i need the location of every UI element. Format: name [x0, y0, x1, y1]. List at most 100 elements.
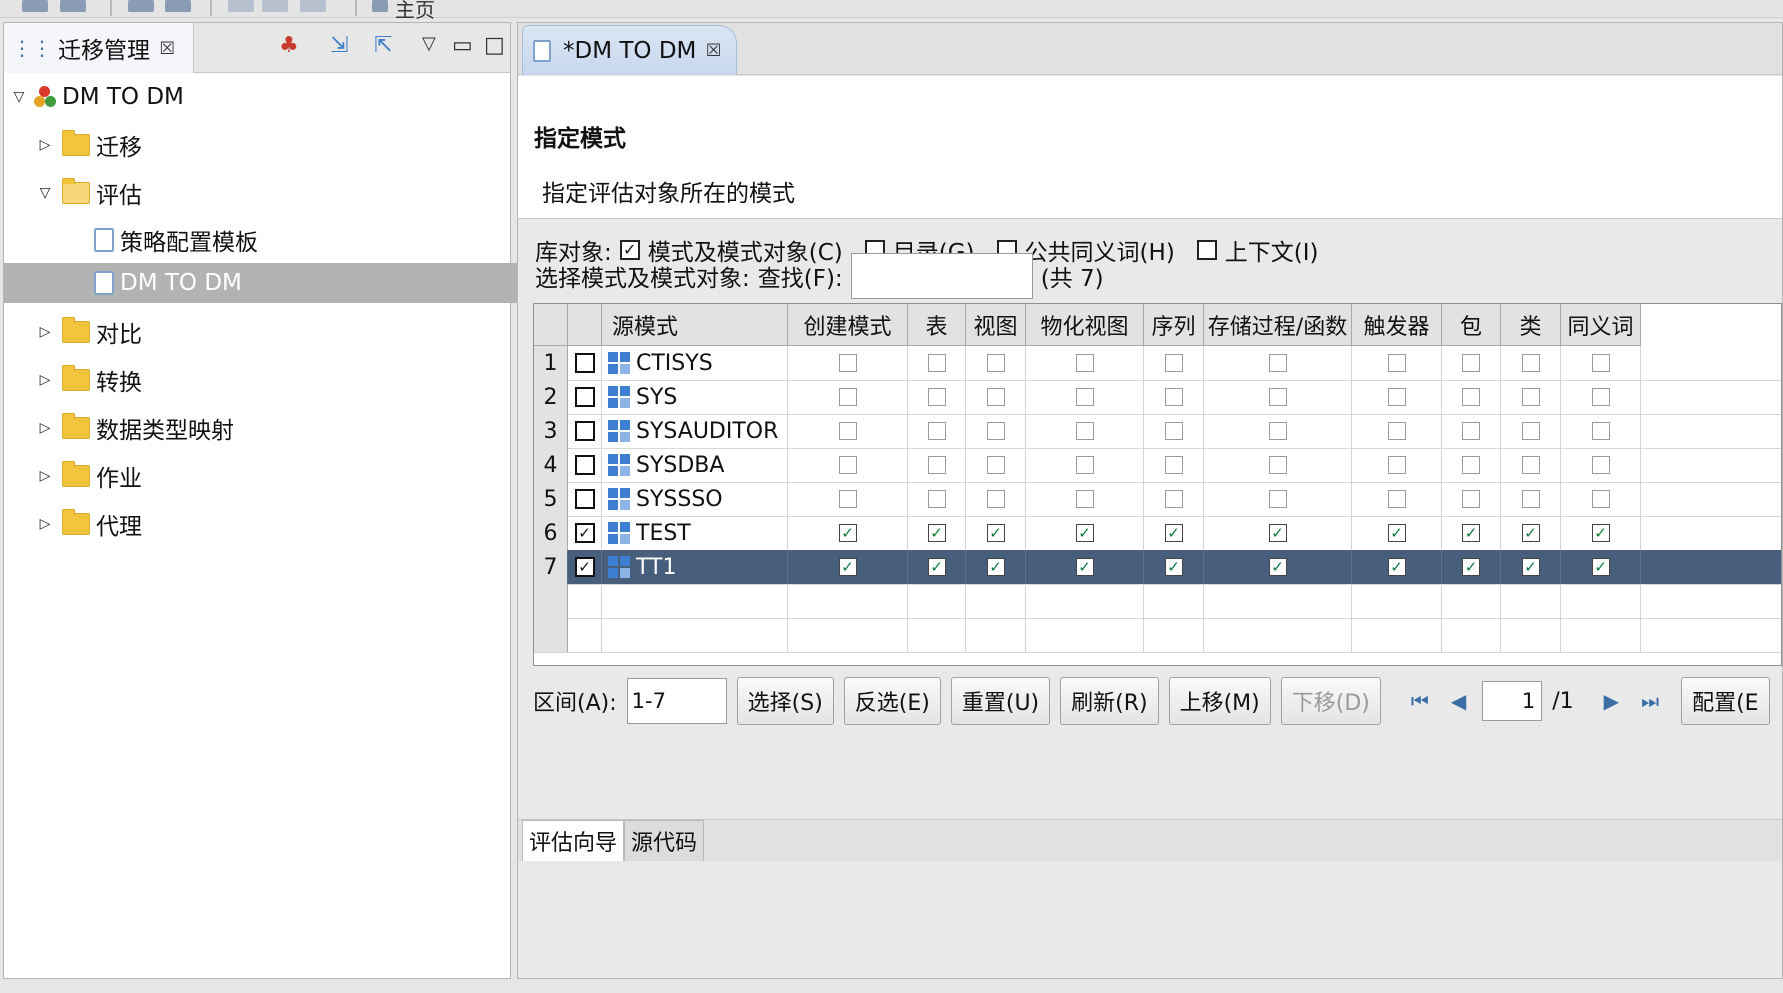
- option-checkbox[interactable]: ✓: [1521, 558, 1540, 576]
- prev-page-icon[interactable]: ◀: [1445, 689, 1472, 713]
- option-checkbox[interactable]: [1462, 354, 1480, 372]
- option-checkbox[interactable]: [986, 490, 1005, 508]
- option-checkbox[interactable]: [1164, 456, 1183, 474]
- row-select-checkbox[interactable]: [574, 489, 595, 509]
- option-checkbox[interactable]: [986, 388, 1005, 406]
- option-checkbox[interactable]: ✓: [1591, 558, 1610, 576]
- option-checkbox[interactable]: [1462, 422, 1480, 440]
- option-checkbox[interactable]: [1521, 490, 1540, 508]
- table-row[interactable]: 4 SYSDBA: [534, 448, 1781, 483]
- tree-item-agent[interactable]: ▷ 代理: [4, 502, 540, 546]
- toolbar-icon-5[interactable]: [228, 0, 254, 12]
- option-checkbox[interactable]: [927, 490, 946, 508]
- table-row[interactable]: 5 SYSSSO: [534, 482, 1781, 517]
- toolbar-icon-2[interactable]: [60, 0, 86, 12]
- tab-source-code[interactable]: 源代码: [624, 820, 705, 861]
- option-checkbox[interactable]: [1591, 422, 1610, 440]
- column-header[interactable]: 包: [1442, 304, 1501, 346]
- option-checkbox[interactable]: [1591, 354, 1610, 372]
- table-row[interactable]: 7 ✓ TT1 ✓ ✓ ✓ ✓ ✓ ✓ ✓ ✓ ✓ ✓: [534, 550, 1781, 585]
- page-number-input[interactable]: 1: [1482, 681, 1543, 721]
- option-checkbox[interactable]: ✓: [1387, 524, 1406, 542]
- chevron-right-icon[interactable]: ▷: [36, 420, 54, 436]
- column-header[interactable]: 存储过程/函数: [1204, 304, 1352, 346]
- row-select-checkbox[interactable]: [574, 353, 595, 373]
- table-row[interactable]: 6 ✓ TEST ✓ ✓ ✓ ✓ ✓ ✓ ✓ ✓ ✓ ✓: [534, 516, 1781, 551]
- refresh-button[interactable]: 刷新(R): [1060, 677, 1159, 725]
- import-icon[interactable]: ⇲: [330, 33, 348, 58]
- option-checkbox[interactable]: [1387, 422, 1406, 440]
- option-checkbox[interactable]: [1268, 388, 1287, 406]
- option-checkbox[interactable]: ✓: [1462, 558, 1480, 576]
- option-checkbox[interactable]: ✓: [1075, 558, 1094, 576]
- option-checkbox[interactable]: [1591, 490, 1610, 508]
- option-checkbox[interactable]: ✓: [986, 524, 1005, 542]
- option-checkbox[interactable]: [927, 422, 946, 440]
- option-checkbox[interactable]: ✓: [1164, 558, 1183, 576]
- chevron-right-icon[interactable]: ▷: [36, 468, 54, 484]
- column-header[interactable]: 序列: [1144, 304, 1204, 346]
- search-input[interactable]: [850, 253, 1033, 299]
- option-checkbox[interactable]: [1268, 354, 1287, 372]
- option-checkbox[interactable]: [1521, 456, 1540, 474]
- option-checkbox[interactable]: [1387, 456, 1406, 474]
- table-row[interactable]: 2 SYS: [534, 380, 1781, 415]
- close-icon[interactable]: ⮽: [706, 40, 720, 61]
- option-checkbox[interactable]: [838, 422, 857, 440]
- chevron-right-icon[interactable]: ▷: [36, 372, 54, 388]
- option-checkbox[interactable]: [1164, 422, 1183, 440]
- column-header[interactable]: 触发器: [1352, 304, 1442, 346]
- option-checkbox[interactable]: ✓: [986, 558, 1005, 576]
- option-checkbox[interactable]: [1521, 388, 1540, 406]
- option-checkbox[interactable]: [1387, 388, 1406, 406]
- option-checkbox[interactable]: ✓: [927, 558, 946, 576]
- minimize-icon[interactable]: ▭: [452, 33, 473, 58]
- option-checkbox[interactable]: [986, 354, 1005, 372]
- option-checkbox[interactable]: [1164, 354, 1183, 372]
- tree-item-assessment[interactable]: ▽ 评估: [4, 171, 540, 215]
- option-checkbox[interactable]: [1075, 354, 1094, 372]
- tree-item-compare[interactable]: ▷ 对比: [4, 310, 540, 354]
- tree-item-datatype-mapping[interactable]: ▷ 数据类型映射: [4, 406, 540, 450]
- tab-migration-management[interactable]: ⋮⋮ 迁移管理 ⮽: [4, 23, 194, 73]
- option-checkbox[interactable]: [1164, 490, 1183, 508]
- option-checkbox[interactable]: [1268, 456, 1287, 474]
- option-checkbox[interactable]: [838, 490, 857, 508]
- option-checkbox[interactable]: [1075, 490, 1094, 508]
- row-select-checkbox[interactable]: [574, 455, 595, 475]
- close-icon[interactable]: ⮽: [160, 38, 174, 59]
- toolbar-icon-7[interactable]: [300, 0, 326, 12]
- table-row[interactable]: 3 SYSAUDITOR: [534, 414, 1781, 449]
- tree-item-dm-to-dm-assessment[interactable]: DM TO DM: [4, 263, 598, 303]
- column-header[interactable]: 源模式: [602, 304, 788, 346]
- row-select-checkbox[interactable]: ✓: [574, 523, 595, 543]
- option-checkbox[interactable]: [838, 456, 857, 474]
- home-icon[interactable]: [372, 0, 388, 12]
- next-page-icon[interactable]: ▶: [1598, 689, 1625, 713]
- column-header[interactable]: 表: [908, 304, 966, 346]
- column-header[interactable]: 同义词: [1561, 304, 1641, 346]
- option-checkbox[interactable]: [986, 456, 1005, 474]
- option-checkbox[interactable]: [1591, 456, 1610, 474]
- view-menu-icon[interactable]: ▽: [422, 33, 436, 54]
- config-button[interactable]: 配置(E: [1681, 677, 1770, 725]
- option-checkbox[interactable]: ✓: [838, 524, 857, 542]
- option-checkbox[interactable]: [1521, 354, 1540, 372]
- tab-dm-to-dm[interactable]: *DM TO DM ⮽: [522, 25, 737, 75]
- option-checkbox[interactable]: [1268, 422, 1287, 440]
- tree-item-strategy-template[interactable]: 策略配置模板: [4, 218, 598, 262]
- chevron-down-icon[interactable]: ▽: [36, 185, 54, 201]
- option-checkbox[interactable]: [1387, 490, 1406, 508]
- chevron-down-icon[interactable]: ▽: [10, 89, 28, 105]
- tree-item-jobs[interactable]: ▷ 作业: [4, 454, 540, 498]
- tree-item-convert[interactable]: ▷ 转换: [4, 358, 540, 402]
- tab-assessment-wizard[interactable]: 评估向导: [522, 820, 625, 861]
- option-checkbox[interactable]: [1521, 422, 1540, 440]
- last-page-icon[interactable]: ⏭: [1635, 689, 1665, 713]
- option-checkbox[interactable]: ✓: [1268, 524, 1287, 542]
- row-select-checkbox[interactable]: [574, 421, 595, 441]
- chevron-right-icon[interactable]: ▷: [36, 324, 54, 340]
- option-checkbox[interactable]: [838, 354, 857, 372]
- column-header[interactable]: 视图: [966, 304, 1026, 346]
- column-header[interactable]: 创建模式: [788, 304, 908, 346]
